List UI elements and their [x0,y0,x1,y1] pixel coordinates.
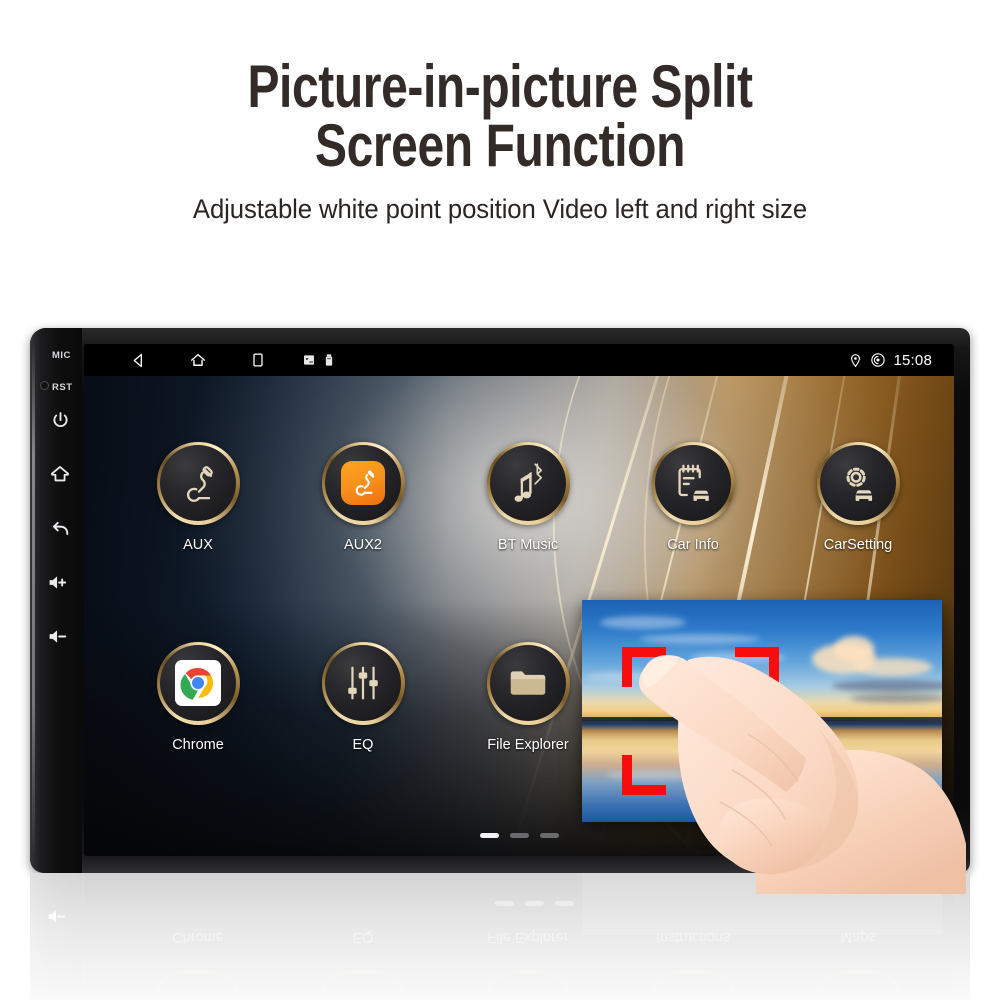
app-aux[interactable]: AUX [136,441,260,553]
crop-bracket-bottom-left [622,755,666,795]
square-recents-icon [253,353,263,367]
aux-plug-icon [186,466,213,502]
app-icon-ring [321,641,405,725]
sd-card-icon [304,355,314,365]
app-chrome[interactable]: Chrome [136,641,260,753]
app-label: File Explorer [487,737,569,753]
device-reflection: Chrome EQ File Explorer Instructions Map… [30,873,970,1000]
reset-pinhole[interactable] [40,381,49,390]
car-setting-gear-icon [846,467,873,502]
icon-face [325,445,401,521]
car-info-icon [678,464,710,501]
app-icon-ring [321,441,405,525]
system-icons [302,353,336,367]
app-car-info[interactable]: Car Info [631,441,755,553]
cloud-reflection [822,776,892,790]
cloud [850,694,942,703]
navigation-bar [128,350,268,370]
icon-face [160,445,236,521]
back-button[interactable] [46,514,74,542]
icon-face [490,645,566,721]
status-bar: 15:08 [84,344,954,376]
chrome-white-tile [175,660,221,706]
cloud [600,616,686,629]
home-button[interactable] [46,460,74,488]
page-dot-1[interactable] [479,833,499,838]
usb-drive-icon [325,354,333,366]
app-eq[interactable]: EQ [301,641,425,753]
aux2-orange-tile [341,461,385,505]
icon-face [655,445,731,521]
home-outline-icon [190,353,206,366]
app-file-explorer[interactable]: File Explorer [466,641,590,753]
app-icon-ring [156,441,240,525]
nav-recents-button[interactable] [248,350,268,370]
page-subtitle: Adjustable white point position Video le… [192,193,808,224]
crop-bracket-top-left [622,647,666,687]
cloud [832,680,942,692]
nav-back-button[interactable] [128,350,148,370]
icon-face [820,445,896,521]
equalizer-sliders-icon [348,666,378,700]
nav-home-button[interactable] [188,350,208,370]
bezel-highlight-edge [32,342,35,857]
cloud [640,634,760,644]
volume-down-button[interactable] [46,622,74,650]
car-head-unit-device: MIC RST 15:08 AUX AUX2 BT Music Car Info… [30,328,970,873]
clock: 15:08 [893,351,932,369]
icon-face [325,645,401,721]
cloud-reflection [702,786,812,798]
cloud [834,636,874,662]
headline-block: Picture-in-picture Split Screen Function… [0,53,1000,225]
app-icon-ring [156,641,240,725]
power-icon [53,411,67,427]
page-indicator[interactable] [84,833,954,838]
app-icon-ring [816,441,900,525]
app-aux2[interactable]: AUX2 [301,441,425,553]
app-label: AUX [183,537,213,553]
icon-face [490,445,566,521]
home-icon [51,466,69,482]
volume-down-icon [49,629,67,643]
head-unit-screen[interactable]: 15:08 AUX AUX2 BT Music Car Info CarSett… [84,344,954,856]
page-title: Picture-in-picture Split Screen Function [247,53,753,179]
wifi-signal-icon [871,353,886,367]
back-icon [52,521,69,535]
crop-bracket-top-right [735,647,779,687]
app-label: EQ [352,737,374,753]
volume-up-icon [49,575,67,589]
reset-label: RST [52,382,73,393]
status-right-cluster: 15:08 [848,352,932,369]
app-label: Chrome [172,737,224,753]
horizon-line [582,717,942,721]
location-pin-icon [851,353,861,367]
volume-up-button[interactable] [46,568,74,596]
icon-face [160,645,236,721]
reflection-fade [30,873,970,1000]
chrome-icon [180,667,214,700]
app-label: AUX2 [344,537,382,553]
page-dot-2[interactable] [509,833,529,838]
app-label: Car Info [667,537,719,553]
triangle-back-icon [133,353,142,367]
app-label: CarSetting [823,537,893,553]
picture-in-picture-window[interactable] [582,600,942,822]
mic-label: MIC [52,350,71,361]
app-icon-ring [651,441,735,525]
cloud [854,658,932,676]
page-dot-3[interactable] [539,833,559,838]
aux2-plug-icon [355,470,375,496]
bluetooth-music-icon [514,463,543,502]
app-icon-ring [486,441,570,525]
app-car-setting[interactable]: CarSetting [796,441,920,553]
app-label: BT Music [497,537,559,553]
promo-page: Picture-in-picture Split Screen Function… [0,0,1000,1000]
folder-icon [510,671,546,695]
app-bt-music[interactable]: BT Music [466,441,590,553]
app-icon-ring [486,641,570,725]
power-button[interactable] [46,406,74,434]
